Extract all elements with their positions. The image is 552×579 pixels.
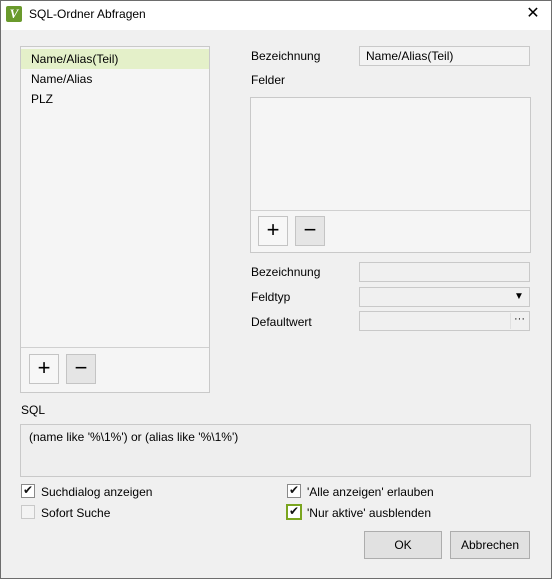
ellipsis-icon[interactable]: ··· [510,313,528,329]
alle-anzeigen-checkbox[interactable] [287,483,301,498]
nur-aktive-label: 'Nur aktive' ausblenden [307,506,431,520]
felder-label: Felder [251,73,286,87]
bezeichnung-label: Bezeichnung [251,49,321,63]
close-icon[interactable]: ✕ [518,2,548,26]
ok-button[interactable]: OK [364,531,442,559]
felder-divider [251,210,530,211]
defaultwert-label: Defaultwert [251,315,312,329]
remove-query-button[interactable]: − [66,354,96,384]
app-logo-icon: V [6,6,22,22]
window-title: SQL-Ordner Abfragen [29,7,146,21]
sofort-suche-label: Sofort Suche [41,506,111,520]
sofort-suche-checkbox[interactable] [21,505,35,519]
remove-field-button[interactable]: − [295,216,325,246]
defaultwert-field[interactable]: ··· [359,311,530,331]
suchdialog-label: Suchdialog anzeigen [41,485,153,499]
list-item[interactable]: PLZ [21,89,209,109]
add-field-button[interactable]: + [258,216,288,246]
bezeichnung-field[interactable]: Name/Alias(Teil) [359,46,530,66]
add-query-button[interactable]: + [29,354,59,384]
chevron-down-icon[interactable]: ▼ [510,289,528,305]
feldtyp-label: Feldtyp [251,290,291,304]
nur-aktive-checkbox[interactable] [286,504,302,520]
query-list[interactable]: Name/Alias(Teil) Name/Alias PLZ + − [20,46,210,393]
sql-textarea[interactable]: (name like '%\1%') or (alias like '%\1%'… [20,424,531,477]
list-divider [21,347,209,348]
sql-label: SQL [21,403,46,417]
field-bezeichnung-input[interactable] [359,262,530,282]
list-item[interactable]: Name/Alias(Teil) [21,49,209,69]
alle-anzeigen-label: 'Alle anzeigen' erlauben [307,485,434,499]
cancel-button[interactable]: Abbrechen [450,531,530,559]
feldtyp-select[interactable]: ▼ [359,287,530,307]
list-item[interactable]: Name/Alias [21,69,209,89]
felder-list[interactable]: + − [250,97,531,253]
suchdialog-checkbox[interactable] [21,483,35,498]
field-bezeichnung-label: Bezeichnung [251,265,321,279]
